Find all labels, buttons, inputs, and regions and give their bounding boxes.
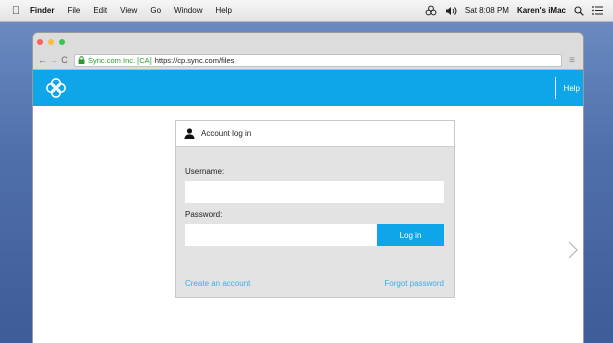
browser-menu-icon[interactable]: ≡ bbox=[565, 55, 579, 66]
clock[interactable]: Sat 8:08 PM bbox=[465, 6, 509, 15]
apple-menu-icon[interactable]:  bbox=[2, 5, 30, 17]
help-area: Help bbox=[554, 70, 583, 106]
login-title: Account log in bbox=[201, 129, 252, 138]
menu-window[interactable]: Window bbox=[174, 6, 202, 15]
create-account-link[interactable]: Create an account bbox=[185, 279, 250, 288]
sync-logo-icon[interactable] bbox=[45, 77, 67, 99]
window-titlebar bbox=[33, 33, 583, 51]
back-arrow-icon[interactable]: ← bbox=[37, 55, 48, 65]
login-panel-header: Account log in bbox=[176, 121, 454, 147]
login-button[interactable]: Log in bbox=[377, 224, 444, 246]
user-name[interactable]: Karen's iMac bbox=[517, 6, 566, 15]
menu-bar:  Finder File Edit View Go Window Help S… bbox=[0, 0, 613, 22]
password-row: Log in bbox=[185, 224, 444, 246]
main-content: Account log in Username: Password: Log i… bbox=[33, 106, 583, 343]
chevron-right-icon[interactable] bbox=[567, 241, 579, 264]
menu-app-finder[interactable]: Finder bbox=[30, 6, 54, 15]
url-text: https://cp.sync.com/files bbox=[154, 55, 235, 65]
lock-icon bbox=[78, 56, 85, 64]
help-link[interactable]: Help bbox=[564, 84, 580, 93]
menu-help[interactable]: Help bbox=[215, 6, 231, 15]
password-label: Password: bbox=[185, 210, 223, 219]
zoom-window-button[interactable] bbox=[59, 39, 65, 45]
login-links: Create an account Forgot password bbox=[185, 279, 444, 288]
user-icon bbox=[184, 128, 195, 139]
username-label: Username: bbox=[185, 167, 225, 176]
menu-file[interactable]: File bbox=[67, 6, 80, 15]
forward-arrow-icon[interactable]: → bbox=[48, 55, 59, 65]
menu-go[interactable]: Go bbox=[150, 6, 161, 15]
browser-window: ← → C Sync.com Inc. [CA] https://cp.sync… bbox=[33, 33, 583, 343]
username-field[interactable] bbox=[185, 181, 444, 203]
browser-toolbar: ← → C Sync.com Inc. [CA] https://cp.sync… bbox=[33, 51, 583, 70]
app-header: Help bbox=[33, 70, 583, 106]
site-organization: Sync.com Inc. [CA] bbox=[88, 55, 152, 65]
address-bar[interactable]: Sync.com Inc. [CA] https://cp.sync.com/f… bbox=[74, 53, 562, 67]
forgot-password-link[interactable]: Forgot password bbox=[384, 279, 444, 288]
menu-view[interactable]: View bbox=[120, 6, 137, 15]
reload-icon[interactable]: C bbox=[59, 55, 70, 65]
login-panel: Account log in Username: Password: Log i… bbox=[175, 120, 455, 298]
status-area: Sat 8:08 PM Karen's iMac bbox=[425, 5, 613, 17]
password-field[interactable] bbox=[185, 224, 377, 246]
menu-edit[interactable]: Edit bbox=[93, 6, 107, 15]
header-divider bbox=[554, 77, 556, 99]
login-form: Username: Password: Log in bbox=[176, 147, 454, 246]
minimize-window-button[interactable] bbox=[48, 39, 54, 45]
close-window-button[interactable] bbox=[37, 39, 43, 45]
notification-center-icon[interactable] bbox=[592, 6, 603, 15]
volume-icon[interactable] bbox=[445, 6, 457, 16]
sync-status-icon[interactable] bbox=[425, 5, 437, 17]
spotlight-search-icon[interactable] bbox=[574, 5, 584, 16]
